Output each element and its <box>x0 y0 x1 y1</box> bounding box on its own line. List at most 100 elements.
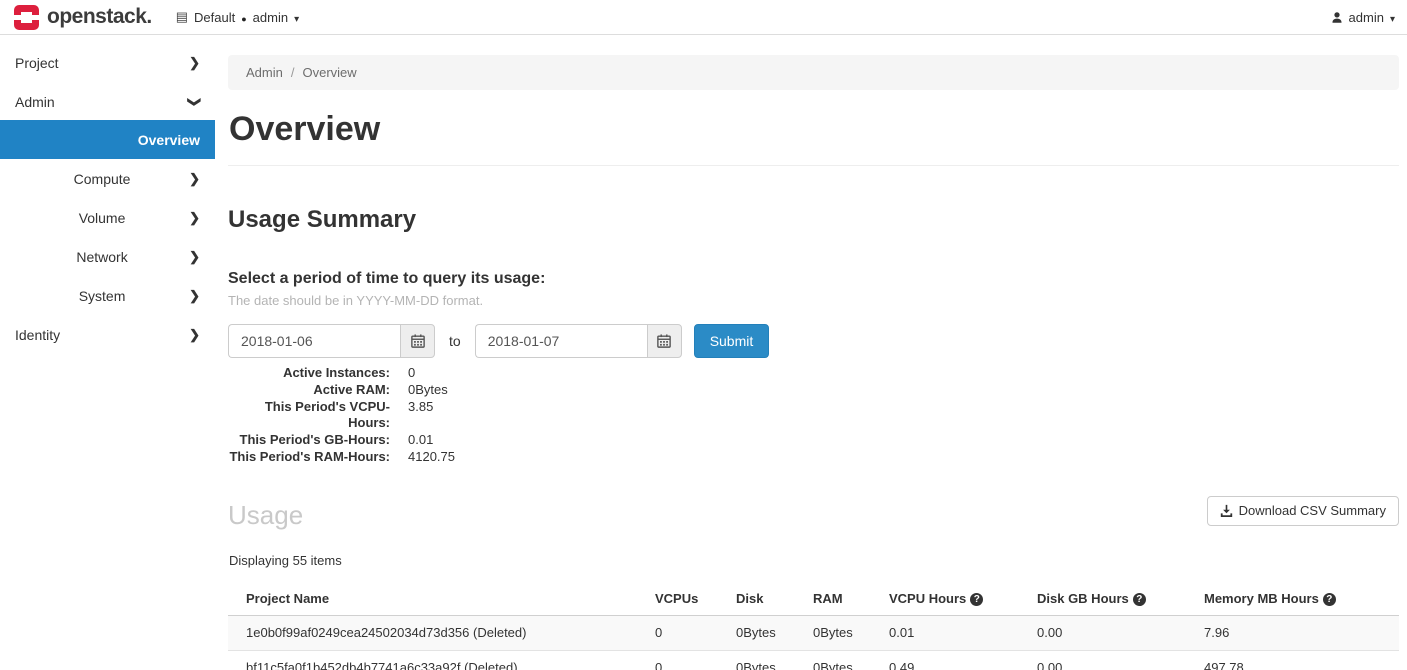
stat-ram-hours: This Period's RAM-Hours: 4120.75 <box>228 449 1399 466</box>
cell-vcpus: 0 <box>655 650 736 670</box>
sidebar-item-compute[interactable]: Compute <box>0 159 215 198</box>
cell-vcpus: 0 <box>655 615 736 650</box>
cell-ram: 0Bytes <box>813 615 889 650</box>
user-menu-label: admin <box>1349 10 1384 25</box>
cell-disk-gb-hours: 0.00 <box>1037 650 1204 670</box>
submit-button[interactable]: Submit <box>694 324 770 358</box>
stat-value: 0.01 <box>408 432 433 449</box>
stat-value: 4120.75 <box>408 449 455 466</box>
page-title: Overview <box>229 110 1399 149</box>
usage-section-header: Usage Download CSV Summary <box>228 496 1399 531</box>
cell-disk: 0Bytes <box>736 650 813 670</box>
date-from-group <box>228 324 435 358</box>
chevron-down-icon <box>294 10 299 25</box>
sidebar-item-label: Identity <box>15 327 189 343</box>
stat-active-ram: Active RAM: 0Bytes <box>228 382 1399 399</box>
usage-period-form: to Submit <box>228 324 1399 358</box>
stat-label: Active Instances: <box>228 365 390 382</box>
usage-stats: Active Instances: 0 Active RAM: 0Bytes T… <box>228 365 1399 466</box>
context-domain: Default <box>194 10 235 25</box>
help-icon[interactable] <box>1133 593 1146 606</box>
cell-project-name: bf11c5fa0f1b452db4b7741a6c33a92f (Delete… <box>228 650 655 670</box>
sidebar-item-project[interactable]: Project <box>0 43 215 82</box>
cell-vcpu-hours: 0.01 <box>889 615 1037 650</box>
stat-label: This Period's RAM-Hours: <box>228 449 390 466</box>
sidebar-item-label: Project <box>15 55 189 71</box>
chevron-right-icon <box>189 171 200 187</box>
user-icon <box>1331 11 1343 24</box>
sidebar-item-identity[interactable]: Identity <box>0 315 215 354</box>
sidebar-item-label: Admin <box>15 94 189 110</box>
chevron-right-icon <box>189 327 200 343</box>
calendar-addon[interactable] <box>647 324 682 358</box>
download-icon <box>1220 504 1233 517</box>
cell-project-name: 1e0b0f99af0249cea24502034d73d356 (Delete… <box>228 615 655 650</box>
col-ram: RAM <box>813 582 889 616</box>
date-from-input[interactable] <box>228 324 400 358</box>
chevron-right-icon <box>189 55 200 71</box>
cell-disk-gb-hours: 0.00 <box>1037 615 1204 650</box>
cell-memory-mb-hours: 497.78 <box>1204 650 1399 670</box>
period-prompt: Select a period of time to query its usa… <box>228 270 1399 288</box>
help-icon[interactable] <box>1323 593 1336 606</box>
stat-value: 0Bytes <box>408 382 448 399</box>
user-menu[interactable]: admin <box>1331 10 1395 25</box>
download-csv-button[interactable]: Download CSV Summary <box>1207 496 1399 526</box>
date-to-input[interactable] <box>475 324 647 358</box>
help-icon[interactable] <box>970 593 983 606</box>
sidebar-item-overview[interactable]: Overview <box>0 120 215 159</box>
sidebar: Project Admin Overview Compute Volume Ne… <box>0 35 215 670</box>
brand-text: openstack. <box>47 5 152 29</box>
sidebar-item-label: Overview <box>15 132 200 148</box>
col-vcpus: VCPUs <box>655 582 736 616</box>
openstack-logo[interactable]: openstack. <box>14 5 152 30</box>
calendar-icon <box>657 334 671 348</box>
chevron-down-icon <box>1390 10 1395 25</box>
chevron-right-icon <box>189 249 200 265</box>
cell-disk: 0Bytes <box>736 615 813 650</box>
context-project: admin <box>253 10 288 25</box>
stat-label: This Period's VCPU-Hours: <box>228 399 390 433</box>
bullet-separator-icon <box>241 10 246 25</box>
chevron-right-icon <box>189 288 200 304</box>
usage-heading: Usage <box>228 500 303 531</box>
stat-vcpu-hours: This Period's VCPU-Hours: 3.85 <box>228 399 1399 433</box>
content-area: Admin / Overview Overview Usage Summary … <box>215 35 1407 670</box>
sidebar-item-admin[interactable]: Admin <box>0 82 215 121</box>
stat-label: Active RAM: <box>228 382 390 399</box>
col-vcpu-hours: VCPU Hours <box>889 582 1037 616</box>
calendar-addon[interactable] <box>400 324 435 358</box>
stat-label: This Period's GB-Hours: <box>228 432 390 449</box>
top-navbar: openstack. Default admin admin <box>0 0 1407 35</box>
download-csv-label: Download CSV Summary <box>1239 503 1386 518</box>
context-switcher[interactable]: Default admin <box>176 9 299 25</box>
usage-summary-heading: Usage Summary <box>228 206 1399 234</box>
stat-value: 0 <box>408 365 415 382</box>
cell-memory-mb-hours: 7.96 <box>1204 615 1399 650</box>
date-to-group <box>475 324 682 358</box>
to-label: to <box>449 333 461 349</box>
stat-active-instances: Active Instances: 0 <box>228 365 1399 382</box>
breadcrumb-overview: Overview <box>302 65 356 80</box>
table-header-row: Project Name VCPUs Disk RAM VCPU Hours D… <box>228 582 1399 616</box>
sidebar-item-volume[interactable]: Volume <box>0 198 215 237</box>
chevron-down-icon <box>187 96 203 107</box>
title-divider <box>228 165 1399 166</box>
date-format-hint: The date should be in YYYY-MM-DD format. <box>228 293 1399 308</box>
sidebar-item-label: System <box>15 288 189 304</box>
sidebar-item-network[interactable]: Network <box>0 237 215 276</box>
col-memory-mb-hours: Memory MB Hours <box>1204 582 1399 616</box>
col-disk-gb-hours: Disk GB Hours <box>1037 582 1204 616</box>
item-count: Displaying 55 items <box>229 553 1399 568</box>
breadcrumb: Admin / Overview <box>228 55 1399 90</box>
domain-picker-icon <box>176 9 188 25</box>
breadcrumb-admin[interactable]: Admin <box>246 65 283 80</box>
table-row: 1e0b0f99af0249cea24502034d73d356 (Delete… <box>228 615 1399 650</box>
usage-table: Project Name VCPUs Disk RAM VCPU Hours D… <box>228 582 1399 670</box>
calendar-icon <box>411 334 425 348</box>
sidebar-item-label: Network <box>15 249 189 265</box>
sidebar-item-label: Volume <box>15 210 189 226</box>
col-disk: Disk <box>736 582 813 616</box>
sidebar-item-system[interactable]: System <box>0 276 215 315</box>
sidebar-item-label: Compute <box>15 171 189 187</box>
